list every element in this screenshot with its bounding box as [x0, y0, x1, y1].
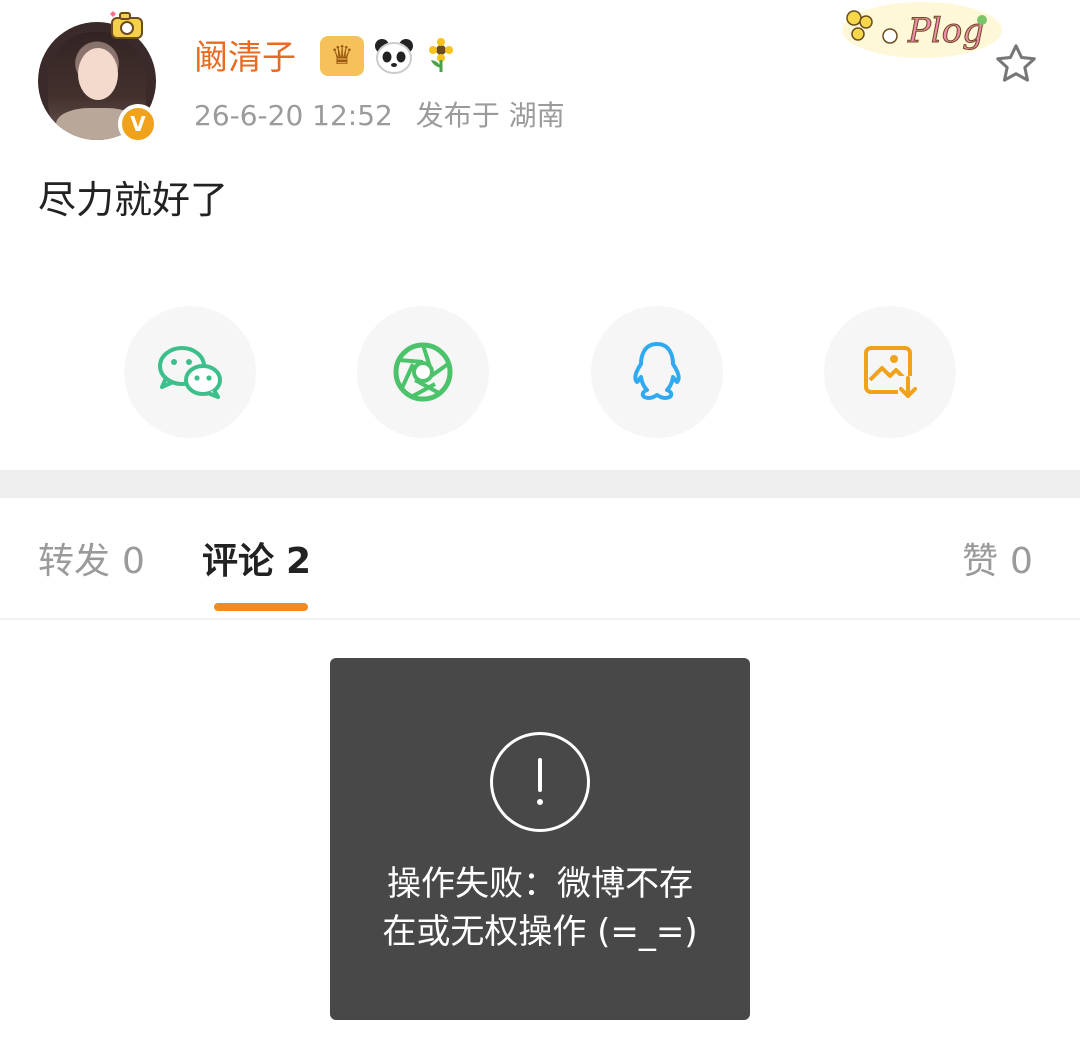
- user-badges: ♛: [320, 36, 458, 76]
- error-toast: 操作失败：微博不存 在或无权操作 (=_=): [330, 658, 750, 1020]
- vlog-text: Plog: [907, 11, 984, 51]
- toast-message-line2: 在或无权操作 (=_=): [382, 912, 698, 952]
- tab-repost-label: 转发: [38, 541, 111, 582]
- tabs-divider: [0, 618, 1080, 620]
- tab-comments-label: 评论: [202, 541, 275, 582]
- tab-likes-label: 赞: [962, 541, 999, 582]
- panda-badge-icon[interactable]: [372, 36, 416, 76]
- vlog-sticker: Plog: [832, 0, 1002, 64]
- section-divider: [0, 470, 1080, 498]
- post-timestamp: 26-6-20 12:52: [194, 99, 393, 132]
- moments-icon: [393, 342, 453, 402]
- verified-badge: V: [118, 104, 158, 144]
- tab-repost-count: 0: [122, 541, 145, 582]
- username[interactable]: 阚清子: [194, 34, 296, 82]
- crown-badge-icon[interactable]: ♛: [320, 36, 364, 76]
- exclamation-icon: [490, 732, 590, 832]
- post-location: 发布于 湖南: [415, 99, 565, 132]
- qq-icon: [633, 342, 681, 400]
- post-text: 尽力就好了: [38, 178, 229, 222]
- share-qq-button[interactable]: [591, 306, 723, 438]
- tab-comments-count: 2: [286, 541, 312, 582]
- post-meta: 26-6-20 12:52 发布于 湖南: [194, 96, 565, 136]
- toast-message: 操作失败：微博不存 在或无权操作 (=_=): [350, 860, 730, 956]
- tab-likes-count: 0: [1010, 541, 1033, 582]
- camera-badge-icon: [110, 11, 143, 39]
- wechat-icon: [158, 346, 222, 399]
- favorite-star-button[interactable]: [990, 38, 1042, 90]
- toast-message-line1: 操作失败：微博不存: [387, 864, 693, 904]
- share-moments-button[interactable]: [357, 306, 489, 438]
- star-icon: [996, 44, 1036, 82]
- save-image-button[interactable]: [824, 306, 956, 438]
- flower-badge-icon[interactable]: [424, 36, 458, 76]
- tab-repost[interactable]: 转发 0: [38, 536, 145, 588]
- active-tab-indicator: [214, 603, 308, 611]
- image-download-icon: [864, 346, 918, 400]
- tab-likes[interactable]: 赞0: [962, 536, 1033, 588]
- share-wechat-button[interactable]: [124, 306, 256, 438]
- tab-comments[interactable]: 评论 2: [202, 536, 311, 588]
- avatar-face: [78, 48, 118, 100]
